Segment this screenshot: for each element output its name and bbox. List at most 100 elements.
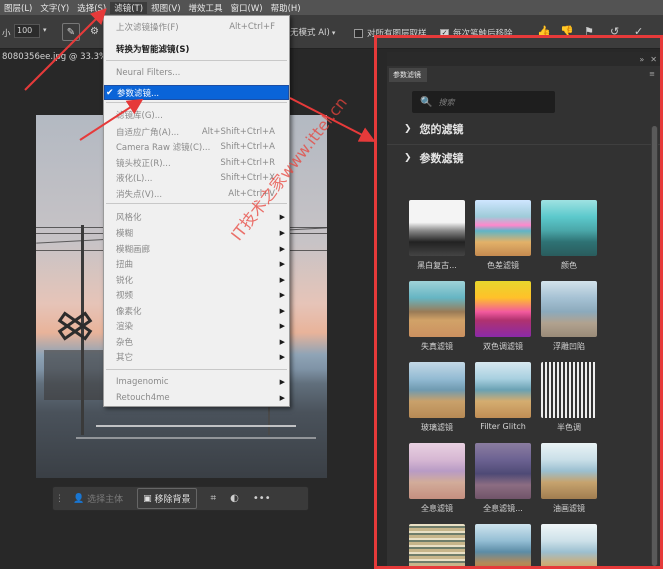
panel-titlebar: » ✕ <box>387 52 663 66</box>
filter-menu-item[interactable]: ✔ 参数滤镜... <box>104 85 289 100</box>
filter-label: 色差滤镜 <box>487 261 519 270</box>
drag-handle-icon[interactable]: ⋮ <box>55 494 64 504</box>
filter-menu-item[interactable]: 上次滤镜操作(F) Alt+Ctrl+F <box>104 19 289 34</box>
filter-label: 双色调滤镜 <box>483 342 523 351</box>
menu-separator <box>106 369 287 370</box>
crop-icon[interactable]: ⌗ <box>211 493 217 504</box>
menu-type[interactable]: 文字(Y) <box>36 2 73 14</box>
remove-background-button[interactable]: ▣ 移除背景 <box>137 488 197 509</box>
menu-window[interactable]: 窗口(W) <box>227 2 267 14</box>
filter-tile[interactable]: 下雨滤镜 <box>541 524 597 569</box>
filter-menu-item[interactable]: 像素化 ▶ <box>104 303 289 318</box>
panel-menu-icon[interactable]: ≡ <box>649 70 655 78</box>
brush-icon[interactable]: ✎ <box>62 23 80 41</box>
menu-item-label: 模糊画廊 <box>116 244 151 255</box>
menu-item-label: 滤镜库(G)... <box>116 110 163 121</box>
filter-menu-item[interactable]: 视频 ▶ <box>104 287 289 302</box>
filter-menu-item[interactable]: 模糊画廊 ▶ <box>104 241 289 256</box>
filter-tile[interactable]: 浮雕凹陷 <box>541 281 597 352</box>
menu-item-label: 渲染 <box>116 321 134 332</box>
scrollbar-thumb[interactable] <box>652 126 657 566</box>
filter-menu-item[interactable]: 转换为智能滤镜(S) <box>104 41 289 56</box>
size-input[interactable]: 100 <box>14 24 40 38</box>
mode-select[interactable]: 无模式 AI) ▾ <box>290 26 335 38</box>
menu-select[interactable]: 选择(S) <box>73 2 110 14</box>
submenu-arrow-icon: ▶ <box>279 393 285 402</box>
filter-tile[interactable]: 全息滤镜... <box>475 443 531 514</box>
menu-item-label: 模糊 <box>116 228 134 239</box>
filter-thumbnail <box>409 362 465 418</box>
filter-tile[interactable]: 像素化滤镜 <box>475 524 531 569</box>
menu-item-shortcut: Shift+Ctrl+R <box>220 157 275 168</box>
filter-menu-item[interactable]: 其它 ▶ <box>104 349 289 364</box>
filter-menu-item[interactable]: 模糊 ▶ <box>104 225 289 240</box>
filter-tile[interactable]: 全息滤镜 <box>409 443 465 514</box>
search-placeholder: 搜索 <box>438 97 455 107</box>
filter-thumbnail <box>541 362 597 418</box>
filter-menu-item[interactable]: 渲染 ▶ <box>104 318 289 333</box>
document-tab[interactable]: 8080356ee.jpg @ 33.3% ( <box>0 49 113 65</box>
filter-menu-item[interactable]: 扭曲 ▶ <box>104 256 289 271</box>
section-your-filters[interactable]: ❯ 您的滤镜 <box>404 121 464 137</box>
filter-menu-item[interactable]: 镜头校正(R)... Shift+Ctrl+R <box>104 155 289 170</box>
more-icon[interactable]: ••• <box>253 493 271 504</box>
filter-menu-item[interactable]: 锐化 ▶ <box>104 272 289 287</box>
filter-menu-item[interactable]: Retouch4me ▶ <box>104 390 289 405</box>
filter-menu-item[interactable]: 自适应广角(A)... Alt+Shift+Ctrl+A <box>104 124 289 139</box>
menu-layer[interactable]: 图层(L) <box>0 2 36 14</box>
collapse-icon[interactable]: » <box>639 55 644 64</box>
menu-item-label: 上次滤镜操作(F) <box>116 22 179 33</box>
menu-item-label: 扭曲 <box>116 259 134 270</box>
menu-item-label: 自适应广角(A)... <box>116 127 180 138</box>
filter-label: 失真滤镜 <box>421 342 453 351</box>
menu-item-label: 转换为智能滤镜(S) <box>116 44 190 55</box>
parametric-filters-panel: 参数滤镜 ≡ 🔍 搜索 ❯ 您的滤镜 ❯ 参数滤镜 黑白复古... 色差滤镜 颜色失… <box>387 66 663 569</box>
menu-plugins[interactable]: 增效工具 <box>185 2 227 14</box>
filter-label: 黑白复古... <box>417 261 457 270</box>
filter-menu-item[interactable]: Camera Raw 滤镜(C)... Shift+Ctrl+A <box>104 139 289 154</box>
filter-thumbnail <box>409 443 465 499</box>
select-subject-button[interactable]: 👤 选择主体 <box>73 492 124 506</box>
filter-label: 全息滤镜... <box>483 504 523 513</box>
filter-tile[interactable]: 半色调 <box>541 362 597 433</box>
submenu-arrow-icon: ▶ <box>279 228 285 237</box>
scrollbar[interactable] <box>651 126 658 566</box>
filter-tile[interactable]: 双色调滤镜 <box>475 281 531 352</box>
filter-menu-item[interactable]: 杂色 ▶ <box>104 334 289 349</box>
filter-thumbnail <box>475 200 531 256</box>
filter-thumbnail <box>541 200 597 256</box>
adjustment-icon[interactable]: ◐ <box>230 493 239 504</box>
menu-item-label: 消失点(V)... <box>116 189 163 200</box>
menu-item-label: 风格化 <box>116 212 142 223</box>
filter-tile[interactable]: 油画滤镜 <box>541 443 597 514</box>
panel-tab[interactable]: 参数滤镜 <box>389 68 427 82</box>
filter-tile[interactable]: 色差滤镜 <box>475 200 531 271</box>
filter-tile[interactable]: 玻璃滤镜 <box>409 362 465 433</box>
chevron-down-icon[interactable]: ▾ <box>43 26 47 34</box>
filter-tile[interactable]: 失真滤镜 <box>409 281 465 352</box>
filter-menu-item[interactable]: 滤镜库(G)... <box>104 107 289 122</box>
section-label: 参数滤镜 <box>419 152 464 165</box>
filter-tile[interactable]: Filter Glitch <box>475 362 531 431</box>
close-icon[interactable]: ✕ <box>650 55 657 64</box>
submenu-arrow-icon: ▶ <box>279 244 285 253</box>
filter-thumbnail <box>409 524 465 569</box>
menu-view[interactable]: 视图(V) <box>147 2 184 14</box>
submenu-arrow-icon: ▶ <box>279 259 285 268</box>
filter-tile[interactable]: 颜色 <box>541 200 597 271</box>
filter-tile[interactable]: 黑白复古... <box>409 200 465 271</box>
menu-filter[interactable]: 滤镜(T) <box>110 1 148 14</box>
menu-item-shortcut: Alt+Shift+Ctrl+A <box>201 126 275 137</box>
submenu-arrow-icon: ▶ <box>279 352 285 361</box>
select-subject-label: 选择主体 <box>87 495 124 505</box>
filter-tile[interactable]: 图案生成器 <box>409 524 465 569</box>
submenu-arrow-icon: ▶ <box>279 290 285 299</box>
search-icon: 🔍 <box>420 96 433 108</box>
gear-icon[interactable]: ⚙ <box>90 26 99 37</box>
search-input[interactable]: 🔍 搜索 <box>412 91 555 113</box>
menu-item-label: Camera Raw 滤镜(C)... <box>116 142 211 153</box>
filter-menu-item[interactable]: Neural Filters... <box>104 65 289 80</box>
menu-help[interactable]: 帮助(H) <box>267 2 305 14</box>
filter-menu-item[interactable]: Imagenomic ▶ <box>104 374 289 389</box>
section-parametric-filters[interactable]: ❯ 参数滤镜 <box>404 150 464 166</box>
